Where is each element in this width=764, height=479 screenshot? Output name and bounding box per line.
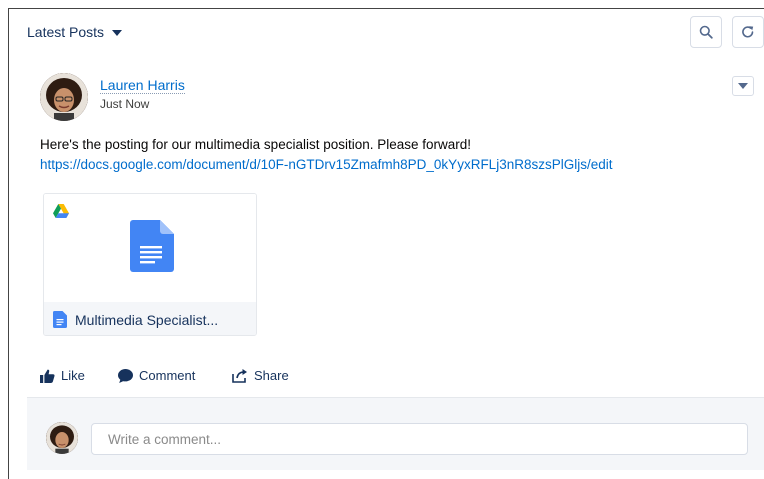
refresh-icon	[742, 26, 754, 38]
comment-label: Comment	[139, 368, 196, 383]
feed-filter-label: Latest Posts	[27, 24, 105, 40]
comment-bubble-icon	[118, 368, 133, 383]
google-drive-icon	[53, 204, 69, 218]
search-button[interactable]	[690, 16, 722, 48]
attachment-footer[interactable]: Multimedia Specialist...	[44, 302, 256, 335]
feed-filter-dropdown[interactable]: Latest Posts	[27, 24, 123, 40]
share-label: Share	[254, 368, 289, 383]
post-body-text: Here's the posting for our multimedia sp…	[40, 137, 472, 152]
post-actions-menu-button[interactable]	[732, 76, 754, 96]
post-document-link[interactable]: https://docs.google.com/document/d/10F-n…	[40, 157, 612, 172]
like-label: Like	[61, 368, 85, 383]
chevron-down-icon	[112, 30, 123, 36]
chevron-down-icon	[738, 83, 748, 89]
doc-file-icon	[53, 311, 67, 328]
share-icon	[232, 369, 247, 383]
share-button[interactable]: Share	[232, 368, 289, 383]
comment-input[interactable]	[91, 423, 748, 455]
post-timestamp: Just Now	[100, 97, 150, 111]
author-avatar[interactable]	[40, 73, 88, 121]
google-docs-icon	[130, 220, 174, 272]
author-name-link[interactable]: Lauren Harris	[100, 77, 185, 94]
thumbs-up-icon	[40, 369, 55, 383]
like-button[interactable]: Like	[40, 368, 85, 383]
search-icon	[699, 25, 713, 39]
refresh-button[interactable]	[732, 16, 764, 48]
current-user-avatar	[46, 422, 78, 454]
attachment-preview[interactable]	[44, 194, 256, 302]
attachment-card[interactable]: Multimedia Specialist...	[43, 193, 257, 336]
attachment-title: Multimedia Specialist...	[75, 311, 219, 328]
comment-button[interactable]: Comment	[118, 368, 195, 383]
